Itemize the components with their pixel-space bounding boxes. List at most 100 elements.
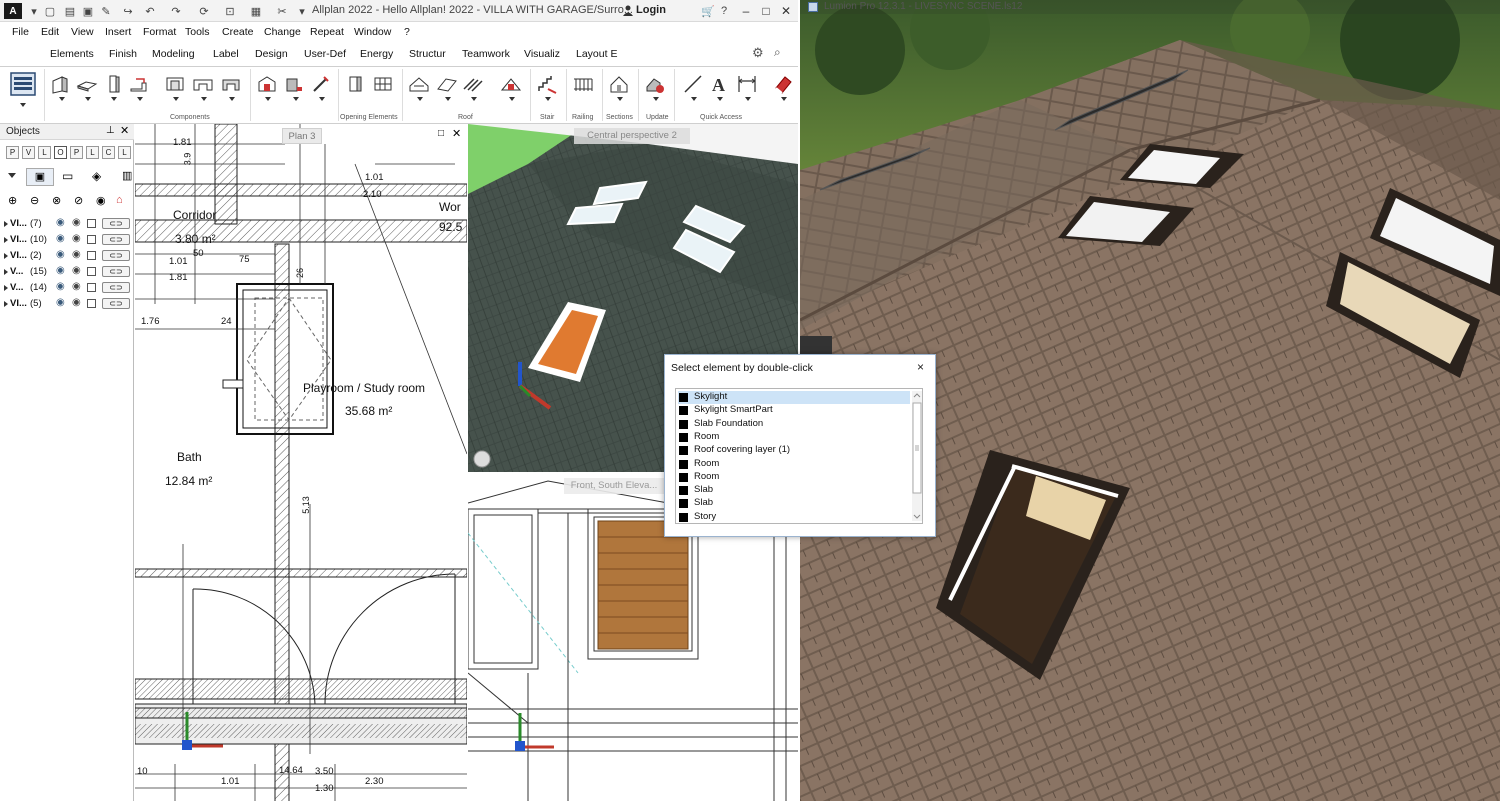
element-list-item[interactable]: Slab — [678, 497, 910, 510]
dialog-close-icon[interactable]: × — [917, 360, 924, 374]
filter-p[interactable]: P — [6, 146, 19, 159]
qa-dropdown-icon[interactable]: ▾ — [294, 3, 310, 19]
tab-user-def[interactable]: User-Def — [304, 48, 346, 60]
edit-icon[interactable]: ✎ — [98, 3, 114, 19]
redo-icon[interactable]: ↷ — [168, 3, 184, 19]
element-list-item[interactable]: Room — [678, 431, 910, 444]
filter-c[interactable]: C — [102, 146, 115, 159]
menu-insert[interactable]: Insert — [105, 26, 131, 38]
filter-v[interactable]: V — [22, 146, 35, 159]
beam-icon[interactable] — [128, 73, 150, 95]
dropdown-arrow-icon[interactable] — [173, 97, 179, 101]
login-button[interactable]: Login — [636, 4, 666, 16]
row-toggle-icon[interactable]: ⊂⊃ — [102, 218, 130, 229]
plan-viewport[interactable]: Corridor 3.80 m² Playroom / Study room 3… — [135, 124, 467, 801]
delete-tool-icon[interactable]: ⌂ — [116, 194, 123, 206]
dropdown-arrow-icon[interactable] — [59, 97, 65, 101]
allplan-logo[interactable]: A — [4, 3, 22, 19]
roof-plane-icon[interactable] — [436, 73, 458, 95]
visibility-eye-icon[interactable]: ◉ — [72, 265, 81, 276]
filter-l[interactable]: L — [38, 146, 51, 159]
expand-arrow-icon[interactable] — [4, 285, 8, 291]
object-tree-row[interactable]: VI... (2) ◉ ◉ ⊂⊃ — [4, 249, 132, 264]
save-icon[interactable]: ▣ — [80, 3, 96, 19]
dropdown-arrow-icon[interactable] — [691, 97, 697, 101]
viewport-label-perspective[interactable]: Central perspective 2 — [574, 128, 690, 144]
dropdown-arrow-icon[interactable] — [471, 97, 477, 101]
dropdown-arrow-icon[interactable] — [417, 97, 423, 101]
dormer-icon[interactable] — [500, 73, 522, 95]
element-list-item[interactable]: Story — [678, 511, 910, 524]
slab-icon[interactable] — [76, 73, 98, 95]
stair-icon[interactable] — [536, 73, 558, 95]
menu-change[interactable]: Change — [264, 26, 301, 38]
element-list-item[interactable]: Skylight — [678, 391, 910, 404]
row-checkbox[interactable] — [87, 235, 96, 244]
row-toggle-icon[interactable]: ⊂⊃ — [102, 298, 130, 309]
dropdown-arrow-icon[interactable] — [201, 97, 207, 101]
tab-design[interactable]: Design — [255, 48, 288, 60]
visibility-eye-icon[interactable]: ◉ — [72, 281, 81, 292]
row-toggle-icon[interactable]: ⊂⊃ — [102, 282, 130, 293]
line-icon[interactable] — [682, 73, 704, 95]
edit-opening-icon[interactable] — [310, 73, 332, 95]
text-icon[interactable]: A — [708, 73, 730, 95]
object-tree-row[interactable]: V... (14) ◉ ◉ ⊂⊃ — [4, 281, 132, 296]
element-list-item[interactable]: Skylight SmartPart — [678, 404, 910, 417]
roof-covering-icon[interactable] — [462, 73, 484, 95]
viewport-label-elevation[interactable]: Front, South Eleva... — [564, 478, 664, 494]
tab-finish[interactable]: Finish — [109, 48, 137, 60]
dropdown-arrow-icon[interactable] — [545, 97, 551, 101]
dropdown-arrow-icon[interactable] — [745, 97, 751, 101]
filter-o[interactable]: O — [54, 146, 67, 159]
filter-p2[interactable]: P — [70, 146, 83, 159]
maximize-icon[interactable]: □ — [758, 2, 774, 20]
row-checkbox[interactable] — [87, 299, 96, 308]
dropdown-arrow-icon[interactable] — [717, 97, 723, 101]
user-icon[interactable] — [622, 4, 634, 16]
row-checkbox[interactable] — [87, 267, 96, 276]
search-icon[interactable]: ⌕ — [774, 45, 781, 60]
tools-icon[interactable]: ✂ — [274, 3, 290, 19]
window-opening-icon[interactable] — [192, 73, 214, 95]
object-tree-row[interactable]: V... (15) ◉ ◉ ⊂⊃ — [4, 265, 132, 280]
redo-link-icon[interactable]: ↪ — [120, 3, 136, 19]
tab-energy[interactable]: Energy — [360, 48, 393, 60]
reset-tool-icon[interactable]: ⊘ — [74, 194, 83, 207]
menu-file[interactable]: File — [12, 26, 29, 38]
dropdown-arrow-icon[interactable] — [137, 97, 143, 101]
undo-icon[interactable]: ↶ — [142, 3, 158, 19]
smartpart-icon[interactable] — [284, 73, 306, 95]
open-file-icon[interactable]: ▤ — [62, 3, 78, 19]
menu-help[interactable]: ? — [404, 26, 410, 38]
settings-gear-icon[interactable]: ⚙ — [752, 45, 764, 61]
tab-modeling[interactable]: Modeling — [152, 48, 195, 60]
update-icon[interactable] — [644, 73, 666, 95]
filter-l3[interactable]: L — [118, 146, 131, 159]
collapse-arrow-icon[interactable] — [8, 173, 16, 178]
visibility-eye-icon[interactable]: ◉ — [72, 217, 81, 228]
tab-visualiz[interactable]: Visualiz — [524, 48, 560, 60]
roof-icon[interactable] — [408, 73, 430, 95]
filter-l2[interactable]: L — [86, 146, 99, 159]
view-3d-icon[interactable]: ▣ — [26, 168, 54, 186]
dropdown-arrow-icon[interactable] — [229, 97, 235, 101]
element-list-item[interactable]: Room — [678, 471, 910, 484]
row-toggle-icon[interactable]: ⊂⊃ — [102, 266, 130, 277]
element-list-item[interactable]: Slab — [678, 484, 910, 497]
dimension-line-icon[interactable] — [736, 73, 758, 95]
menu-create[interactable]: Create — [222, 26, 254, 38]
facade-icon[interactable] — [346, 73, 368, 95]
opening-elements-icon[interactable] — [256, 73, 278, 95]
dropdown-arrow-icon[interactable] — [293, 97, 299, 101]
dropdown-arrow-icon[interactable] — [653, 97, 659, 101]
refresh-icon[interactable]: ⟳ — [196, 3, 212, 19]
row-toggle-icon[interactable]: ⊂⊃ — [102, 234, 130, 245]
cube-icon[interactable]: ◈ — [92, 169, 101, 183]
element-listbox[interactable]: Skylight Skylight SmartPart Slab Foundatio… — [675, 388, 923, 524]
object-tree-row[interactable]: VI... (7) ◉ ◉ ⊂⊃ — [4, 217, 132, 232]
viewport-label-plan[interactable]: Plan 3 — [282, 128, 322, 144]
menu-repeat[interactable]: Repeat — [310, 26, 344, 38]
select-element-dialog[interactable]: Select element by double-click × Skyligh… — [664, 354, 936, 537]
minimize-icon[interactable]: – — [738, 2, 754, 20]
